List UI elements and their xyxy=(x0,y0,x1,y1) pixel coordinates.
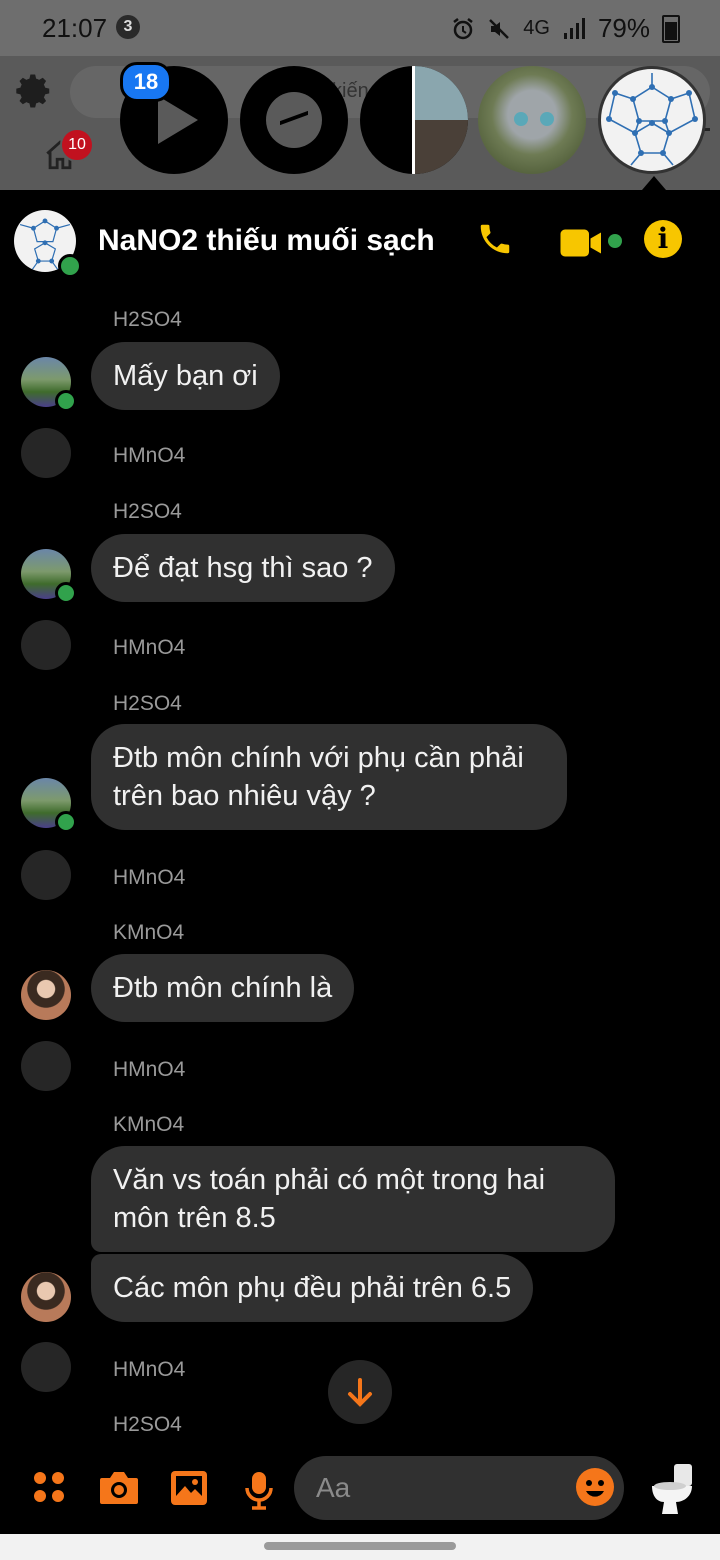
chat-head-messenger[interactable] xyxy=(240,66,348,174)
seen-by-name: HMnO4 xyxy=(113,866,186,889)
play-icon xyxy=(158,96,198,144)
typing-avatar xyxy=(21,1041,71,1091)
online-indicator xyxy=(55,390,77,412)
divider xyxy=(412,66,415,174)
system-nav-bar xyxy=(0,1534,720,1560)
video-camera-icon[interactable] xyxy=(560,228,606,263)
toilet-sticker-icon[interactable] xyxy=(648,1462,696,1521)
photo-tile xyxy=(414,66,468,120)
cat-eye xyxy=(514,112,528,126)
typing-avatar xyxy=(21,1342,71,1392)
message-bubble[interactable]: Để đạt hsg thì sao ? xyxy=(91,534,395,602)
message-bubble[interactable]: Đtb môn chính là xyxy=(91,954,355,1022)
video-active-dot xyxy=(608,234,622,248)
molecule-ball-icon xyxy=(606,73,698,166)
typing-avatar xyxy=(21,428,71,478)
message-bubble[interactable]: Văn vs toán phải có một trong hai môn tr… xyxy=(91,1146,615,1252)
active-head-pointer xyxy=(642,176,666,190)
mute-icon xyxy=(489,18,510,39)
sender-name: KMnO4 xyxy=(113,1113,185,1136)
sender-name: H2SO4 xyxy=(113,500,182,523)
home-badge: 10 xyxy=(60,128,94,162)
gear-icon[interactable] xyxy=(16,72,54,110)
online-indicator xyxy=(58,254,82,278)
home-gesture-pill[interactable] xyxy=(264,1542,456,1550)
chat-header: NaNO2 thiếu muối sạch i xyxy=(0,190,720,290)
seen-by-name: HMnO4 xyxy=(113,636,186,659)
typing-avatar xyxy=(21,850,71,900)
message-bubble[interactable]: Đtb môn chính với phụ cần phải trên bao … xyxy=(91,724,567,830)
notification-count-badge: 3 xyxy=(116,15,140,39)
photo-tile xyxy=(414,120,468,174)
online-indicator xyxy=(55,811,77,833)
composer: Aa xyxy=(0,1444,720,1534)
sender-name: H2SO4 xyxy=(113,308,182,331)
sender-name: KMnO4 xyxy=(113,921,185,944)
seen-by-name: HMnO4 xyxy=(113,1358,186,1381)
message-bubble[interactable]: Mấy bạn ơi xyxy=(91,342,280,410)
sender-name: H2SO4 xyxy=(113,692,182,715)
image-icon[interactable] xyxy=(170,1470,208,1511)
alarm-icon xyxy=(453,17,474,39)
status-icons: 4G 79% xyxy=(451,13,680,44)
avatar[interactable] xyxy=(21,1272,71,1322)
message-input[interactable]: Aa xyxy=(294,1456,624,1520)
signal-icon xyxy=(563,17,585,39)
phone-icon[interactable] xyxy=(476,220,514,263)
chat-panel: NaNO2 thiếu muối sạch i H2SO4 Mấy bạn ơi… xyxy=(0,190,720,1534)
seen-by-name: HMnO4 xyxy=(113,1058,186,1081)
battery-percent: 79% xyxy=(597,13,650,43)
seen-by-name: H2SO4 xyxy=(113,1413,182,1436)
message-bubble[interactable]: Các môn phụ đều phải trên 6.5 xyxy=(91,1254,534,1322)
online-indicator xyxy=(55,582,77,604)
battery-icon xyxy=(662,14,680,43)
scroll-to-bottom-button[interactable] xyxy=(328,1360,392,1424)
chat-head-badge: 18 xyxy=(120,62,172,102)
four-dots-icon[interactable] xyxy=(32,1470,66,1509)
status-time: 21:07 xyxy=(42,13,108,43)
message-input-placeholder: Aa xyxy=(316,1472,351,1503)
chat-head-cat[interactable] xyxy=(478,66,586,174)
typing-avatar xyxy=(21,620,71,670)
network-type: 4G xyxy=(523,17,550,39)
info-icon[interactable]: i xyxy=(644,220,682,258)
smiley-icon[interactable] xyxy=(576,1468,614,1506)
status-bar: 21:07 3 4G 79% xyxy=(0,0,720,56)
conversation-title[interactable]: NaNO2 thiếu muối sạch xyxy=(98,224,435,258)
microphone-icon[interactable] xyxy=(244,1470,274,1515)
avatar[interactable] xyxy=(21,970,71,1020)
chat-head-photos[interactable] xyxy=(360,66,468,174)
chat-head-active-group[interactable] xyxy=(598,66,706,174)
cat-eye xyxy=(540,112,554,126)
arrow-down-icon xyxy=(348,1378,372,1407)
seen-by-name: HMnO4 xyxy=(113,444,186,467)
camera-icon[interactable] xyxy=(98,1470,140,1511)
messenger-logo-icon xyxy=(266,92,322,148)
